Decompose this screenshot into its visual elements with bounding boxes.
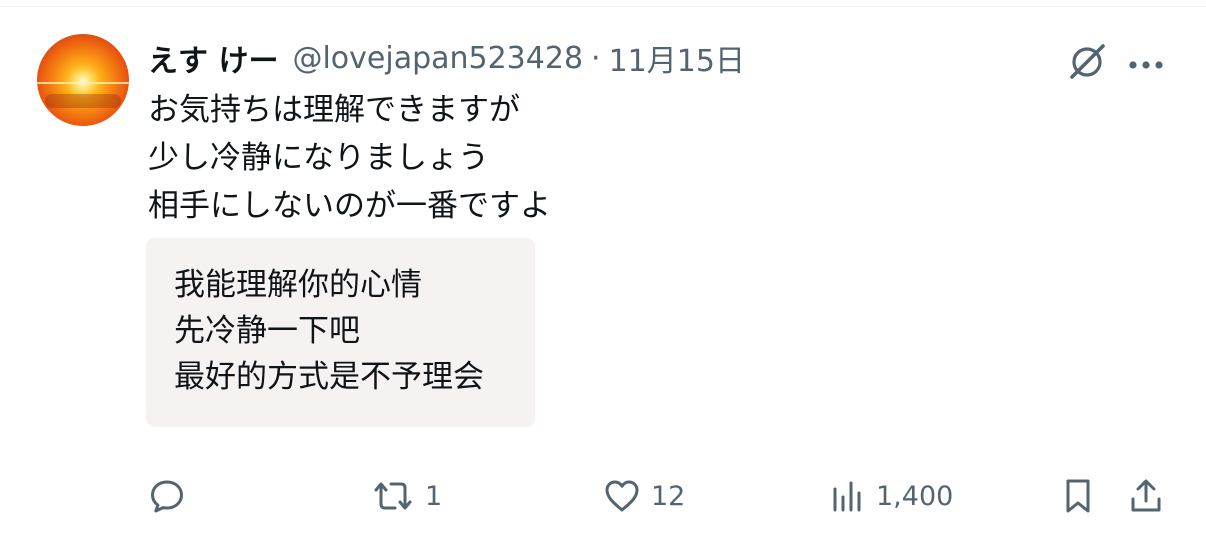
reply-icon xyxy=(151,480,183,513)
post-text-line: お気持ちは理解できますが xyxy=(148,92,520,128)
translation-line: 最好的方式是不予理会 xyxy=(174,359,484,395)
like-count: 12 xyxy=(651,480,686,512)
translation-line: 我能理解你的心情 xyxy=(174,267,422,303)
share-button[interactable] xyxy=(1128,476,1164,516)
user-handle[interactable]: @lovejapan523428 xyxy=(292,41,583,76)
post-text: お気持ちは理解できますが 少し冷静になりましょう 相手にしないのが一番ですよ xyxy=(148,86,1048,230)
bookmark-icon xyxy=(1066,479,1090,513)
header-separator: · xyxy=(591,40,601,76)
post-header: えす けー @lovejapan523428 · 11月15日 xyxy=(148,36,745,80)
grok-icon[interactable] xyxy=(1066,41,1108,83)
heart-icon xyxy=(605,480,639,512)
repost-button[interactable]: 1 xyxy=(371,476,442,516)
views-icon xyxy=(833,481,861,512)
share-icon xyxy=(1131,479,1161,512)
post-timestamp[interactable]: 11月15日 xyxy=(609,36,745,80)
avatar-cloud xyxy=(45,94,121,108)
repost-icon xyxy=(374,482,412,510)
views-count: 1,400 xyxy=(876,480,954,512)
more-icon[interactable] xyxy=(1128,55,1164,69)
like-button[interactable]: 12 xyxy=(603,476,685,516)
display-name[interactable]: えす けー xyxy=(148,36,278,80)
translation-line: 先冷静一下吧 xyxy=(174,313,360,349)
translation-box: 我能理解你的心情 先冷静一下吧 最好的方式是不予理会 xyxy=(146,238,535,427)
avatar[interactable] xyxy=(37,34,129,126)
bookmark-button[interactable] xyxy=(1060,476,1096,516)
post-text-line: 相手にしないのが一番ですよ xyxy=(148,188,551,224)
views-button[interactable]: 1,400 xyxy=(830,476,953,516)
reply-button[interactable] xyxy=(148,476,196,516)
avatar-horizon xyxy=(37,82,129,84)
post-text-line: 少し冷静になりましょう xyxy=(148,140,489,176)
top-divider xyxy=(0,6,1206,7)
repost-count: 1 xyxy=(425,480,443,512)
